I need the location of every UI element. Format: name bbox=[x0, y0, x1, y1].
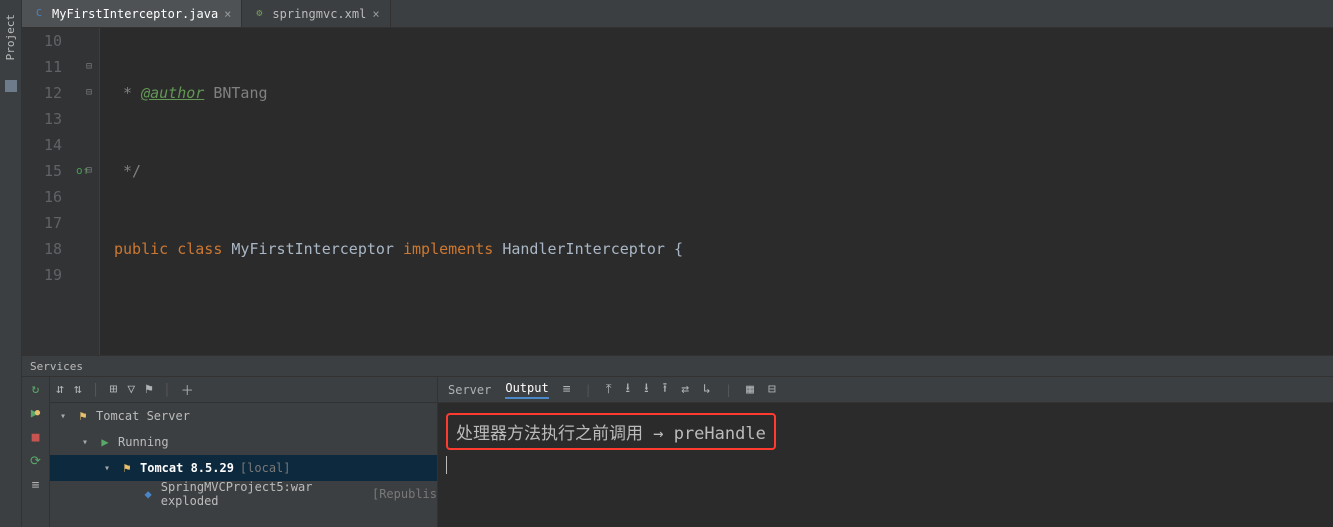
tree-toolbar: ⇵ ⇅ | ⊞ ▽ ⚑ | ＋ bbox=[50, 377, 437, 403]
tool-window-strip[interactable]: Project bbox=[0, 0, 22, 527]
tree-node-icon: ▶ bbox=[98, 435, 112, 449]
gutter-marks: ⊟ ⊟ o↑ ⊟ bbox=[72, 28, 100, 355]
code-text: @author bbox=[141, 84, 204, 102]
grid-icon[interactable]: ▦ bbox=[746, 382, 754, 397]
add-icon[interactable]: ＋ bbox=[181, 380, 194, 399]
services-output: Server Output ≡ | ⤒ ⭳ ⭳ ⭱ ⇄ ↳ | ▦ ⊟ 处理器方… bbox=[438, 377, 1333, 527]
close-icon[interactable]: × bbox=[372, 7, 379, 21]
group-icon[interactable]: ⊞ bbox=[109, 382, 117, 397]
editor-tab[interactable]: C MyFirstInterceptor.java × bbox=[22, 0, 242, 27]
tree-label: SpringMVCProject5:war exploded bbox=[161, 480, 366, 508]
tree-node-icon: ⚑ bbox=[120, 461, 134, 475]
line-number: 18 bbox=[22, 236, 62, 262]
deploy-icon[interactable]: ⟳ bbox=[28, 453, 44, 469]
line-number: 14 bbox=[22, 132, 62, 158]
line-number: 19 bbox=[22, 262, 62, 288]
expand-icon[interactable]: ▾ bbox=[82, 437, 92, 448]
line-number: 15 bbox=[22, 158, 62, 184]
tree-label: Tomcat 8.5.29 bbox=[140, 461, 234, 475]
services-tree: ⇵ ⇅ | ⊞ ▽ ⚑ | ＋ ▾ ⚑ Tomcat Server ▾ ▶ Running… bbox=[50, 377, 438, 527]
next-icon[interactable]: ↳ bbox=[703, 382, 711, 397]
editor-tabs: C MyFirstInterceptor.java × ⚙ springmvc.xml × bbox=[22, 0, 1333, 28]
tab-label: springmvc.xml bbox=[272, 7, 366, 21]
filter-icon[interactable]: ▽ bbox=[127, 382, 135, 397]
tree-label: Tomcat Server bbox=[96, 409, 190, 423]
tree-row[interactable]: ▾ ⚑ Tomcat Server bbox=[50, 403, 437, 429]
flag-icon[interactable]: ⚑ bbox=[145, 382, 153, 397]
collapse-all-icon[interactable]: ⇅ bbox=[74, 382, 82, 397]
close-icon[interactable]: × bbox=[224, 7, 231, 21]
file-type-icon: C bbox=[32, 7, 46, 21]
tree-node-icon: ◆ bbox=[141, 487, 154, 501]
project-tool-icon bbox=[5, 80, 17, 92]
code-editor[interactable]: 10111213141516171819 ⊟ ⊟ o↑ ⊟ * @author … bbox=[22, 28, 1333, 355]
download2-icon[interactable]: ⭳ bbox=[644, 379, 649, 401]
line-number: 11 bbox=[22, 54, 62, 80]
tab-label: MyFirstInterceptor.java bbox=[52, 7, 218, 21]
upload-icon[interactable]: ⭱ bbox=[663, 379, 668, 401]
code-text: implements bbox=[403, 240, 493, 258]
fold-icon[interactable]: ⊟ bbox=[86, 54, 92, 80]
code-text: { bbox=[674, 240, 683, 258]
console[interactable]: 处理器方法执行之前调用 → preHandle bbox=[438, 403, 1333, 527]
tree-body[interactable]: ▾⚑Tomcat Server▾▶Running▾⚑Tomcat 8.5.29 … bbox=[50, 403, 437, 527]
code-text: BNTang bbox=[204, 84, 267, 102]
services-title: Services bbox=[30, 360, 83, 373]
rerun-icon[interactable]: ↻ bbox=[28, 381, 44, 397]
swap-icon[interactable]: ⇄ bbox=[681, 382, 689, 397]
project-tool-label[interactable]: Project bbox=[4, 14, 17, 60]
code-text: MyFirstInterceptor bbox=[222, 240, 403, 258]
line-number: 10 bbox=[22, 28, 62, 54]
tree-extra: [local] bbox=[240, 461, 291, 475]
expand-icon[interactable]: ▾ bbox=[60, 411, 70, 422]
stop-icon[interactable]: ■ bbox=[28, 429, 44, 445]
code-text: public class bbox=[114, 240, 222, 258]
line-number: 17 bbox=[22, 210, 62, 236]
code-text: * bbox=[114, 84, 141, 102]
settings-icon[interactable]: ⊟ bbox=[768, 382, 776, 397]
soft-wrap-icon[interactable]: ≡ bbox=[563, 382, 571, 397]
scroll-end-icon[interactable]: ⤒ bbox=[606, 382, 612, 397]
main-column: C MyFirstInterceptor.java × ⚙ springmvc.xml ×… bbox=[22, 0, 1333, 527]
code-text: HandlerInterceptor bbox=[493, 240, 674, 258]
services-header[interactable]: Services bbox=[22, 355, 1333, 377]
console-cursor bbox=[446, 456, 447, 474]
file-type-icon: ⚙ bbox=[252, 7, 266, 21]
services-panel: ↻ ▶● ■ ⟳ ≡ ⇵ ⇅ | ⊞ ▽ ⚑ | ＋ ▾ ⚑ Tomcat Serv… bbox=[22, 377, 1333, 527]
output-toolbar: Server Output ≡ | ⤒ ⭳ ⭳ ⭱ ⇄ ↳ | ▦ ⊟ bbox=[438, 377, 1333, 403]
console-line: 处理器方法执行之前调用 → preHandle bbox=[456, 424, 766, 444]
download-icon[interactable]: ⭳ bbox=[626, 379, 631, 401]
expand-icon[interactable]: ▾ bbox=[104, 463, 114, 474]
tree-node-icon: ⚑ bbox=[76, 409, 90, 423]
tree-label: Running bbox=[118, 435, 169, 449]
tree-extra: [Republis bbox=[372, 487, 437, 501]
line-number: 12 bbox=[22, 80, 62, 106]
console-highlight: 处理器方法执行之前调用 → preHandle bbox=[446, 413, 776, 450]
line-gutter: 10111213141516171819 bbox=[22, 28, 72, 355]
tab-server[interactable]: Server bbox=[448, 383, 491, 397]
fold-icon[interactable]: ⊟ bbox=[86, 80, 92, 106]
code-area[interactable]: * @author BNTang */ public class MyFirst… bbox=[100, 28, 1333, 355]
tree-row[interactable]: ▾ ▶ Running bbox=[50, 429, 437, 455]
line-number: 13 bbox=[22, 106, 62, 132]
more-icon[interactable]: ≡ bbox=[28, 477, 44, 493]
code-text: */ bbox=[114, 162, 141, 180]
tree-row[interactable]: ▾ ⚑ Tomcat 8.5.29 [local] bbox=[50, 455, 437, 481]
tab-output[interactable]: Output bbox=[505, 381, 548, 399]
expand-all-icon[interactable]: ⇵ bbox=[56, 382, 64, 397]
line-number: 16 bbox=[22, 184, 62, 210]
services-side-toolbar: ↻ ▶● ■ ⟳ ≡ bbox=[22, 377, 50, 527]
fold-icon[interactable]: ⊟ bbox=[86, 158, 92, 184]
run-icon[interactable]: ▶● bbox=[28, 405, 44, 421]
editor-tab[interactable]: ⚙ springmvc.xml × bbox=[242, 0, 390, 27]
tree-row[interactable]: ◆ SpringMVCProject5:war exploded [Republi… bbox=[50, 481, 437, 507]
